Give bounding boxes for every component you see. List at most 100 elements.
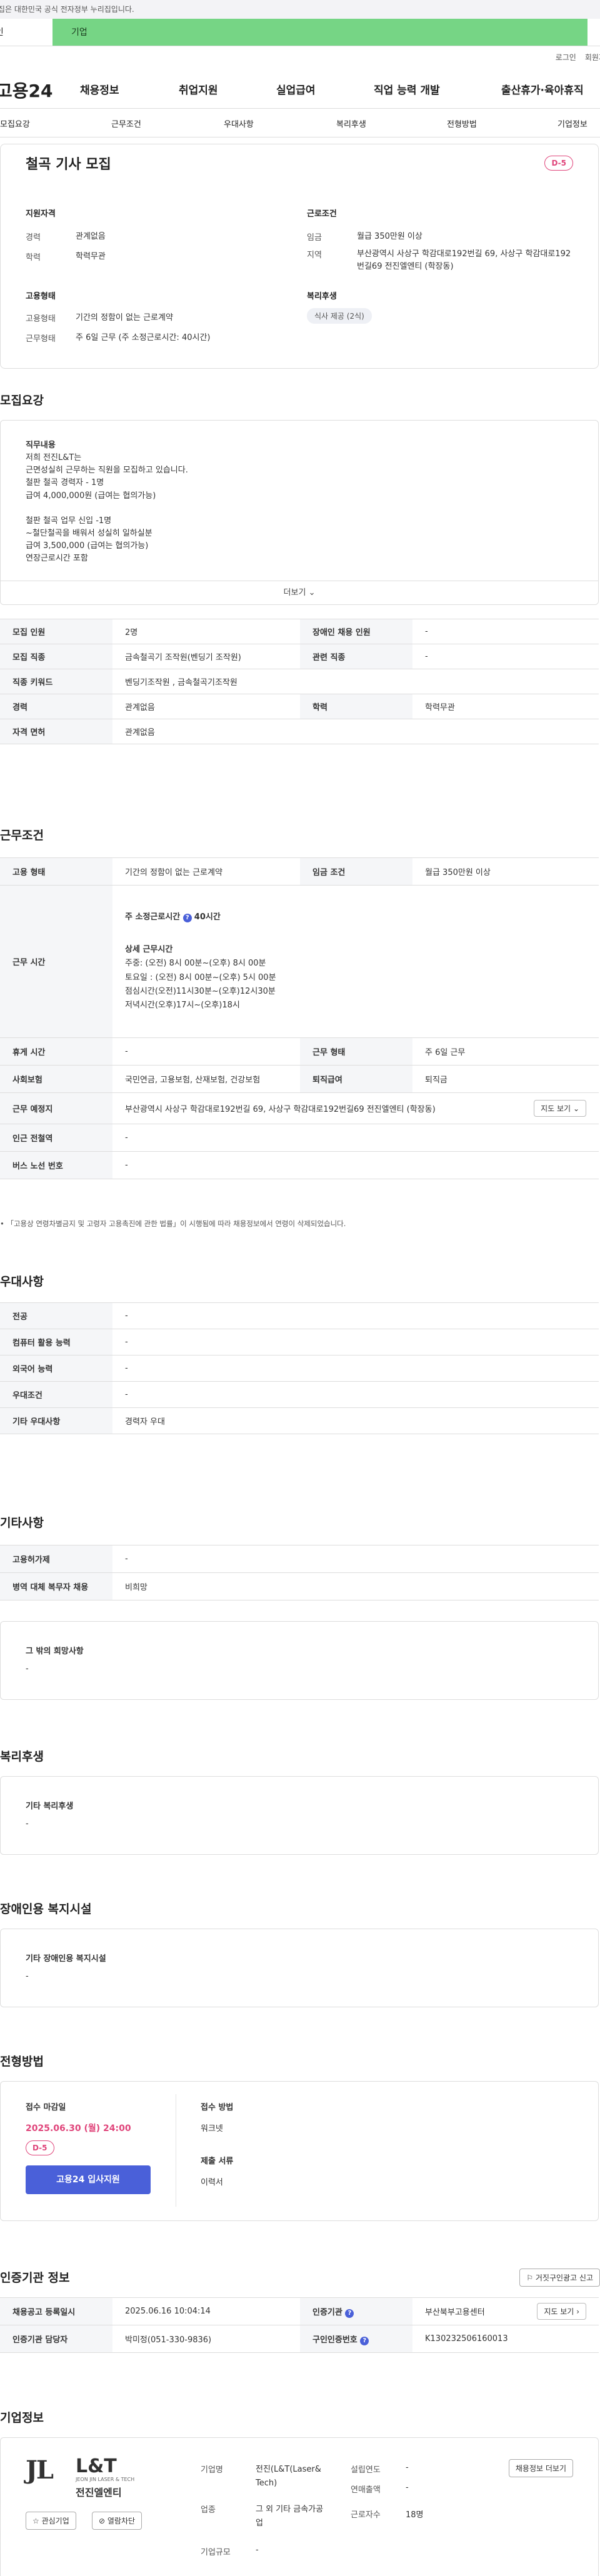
industry-value: 그 외 기타 금속가공업 — [256, 2505, 324, 2529]
section-preference-title: 우대사항 — [0, 1275, 44, 1289]
value: 비희망 — [112, 1572, 599, 1600]
docs-value: 이력서 — [201, 2178, 223, 2187]
label: 고용허가제 — [0, 1545, 112, 1573]
table-row: 모집 인원 2명 장애인 채용 인원 - — [0, 619, 599, 644]
value: 부산광역시 사상구 학감대로192번길 69, 사상구 학감대로192번길69 … — [357, 249, 571, 272]
block-button[interactable]: ⊘ 열람차단 — [92, 2512, 142, 2530]
section-company-title: 기업정보 — [0, 2411, 44, 2425]
value: - — [112, 1302, 599, 1329]
table-row: 버스 노선 번호 - — [0, 1151, 599, 1179]
company-box: JL L&T JEON JIN LASER & TECH 전진엘엔티 ☆ 관심기… — [0, 2437, 599, 2576]
weekly-hours-label: 주 소정근로시간 — [125, 912, 183, 922]
more-button[interactable]: 더보기 ⌄ — [1, 581, 598, 604]
desc-body: 저희 전진L&T는 근면성실히 근무하는 직원을 모집하고 있습니다. 철판 철… — [26, 453, 188, 564]
interest-button[interactable]: ☆ 관심기업 — [26, 2512, 76, 2530]
docs-label: 제출 서류 — [201, 2157, 234, 2166]
found-label: 설립연도 — [351, 2465, 381, 2475]
anchor-preference[interactable]: 우대사항 — [224, 117, 254, 129]
value: 2명 — [112, 619, 300, 644]
method-label: 접수 방법 — [201, 2103, 234, 2112]
apply-button-label: 고용24 입사지원 — [56, 2175, 120, 2185]
value: 박미정(051-330-9836) — [112, 2325, 300, 2353]
login-link[interactable]: 로그인 — [556, 52, 576, 62]
apply-button[interactable]: 고용24 입사지원 — [26, 2165, 151, 2194]
info-icon[interactable]: ? — [360, 2336, 369, 2345]
section-benefits-title: 복리후생 — [0, 1750, 44, 1764]
join-link[interactable]: 회원가입 — [585, 52, 600, 62]
qual-education: 학력 학력무관 — [26, 251, 106, 263]
label: 근무형태 — [26, 334, 56, 344]
other-hope-label: 그 밖의 희망사항 — [26, 1647, 84, 1656]
info-icon[interactable]: ? — [182, 914, 192, 923]
recruit-table: 모집 인원 2명 장애인 채용 인원 - 모집 직종 금속철곡기 조작원(벤딩기… — [0, 619, 599, 744]
value: - — [112, 1545, 599, 1573]
gnb-item-employment-support[interactable]: 취업지원 — [179, 81, 218, 97]
value: 기간의 정함이 없는 근로계약 — [76, 313, 173, 322]
label: 병역 대체 복무자 채용 — [0, 1572, 112, 1600]
value: 경력자 우대 — [112, 1407, 599, 1434]
label: 인근 전철역 — [0, 1124, 112, 1152]
gnb-item-unemployment-benefit[interactable]: 실업급여 — [276, 81, 316, 97]
value: - — [112, 1381, 599, 1408]
table-row: 인증기관 담당자 박미정(051-330-9836) 구인인증번호 ? K130… — [0, 2325, 599, 2353]
label: 관련 직종 — [300, 644, 412, 669]
anchor-benefits[interactable]: 복리후생 — [336, 117, 366, 129]
label: 경력 — [26, 233, 41, 242]
cert-id-label-cell: 구인인증번호 ? — [300, 2325, 412, 2353]
site-logo[interactable]: 고용24 — [0, 77, 76, 102]
desc-label: 직무내용 — [26, 441, 56, 450]
company-jobs-more-label: 채용정보 더보기 — [515, 2464, 566, 2473]
disabled-facility-box: 기타 장애인용 복지시설 - — [0, 1929, 599, 2007]
anchor-selection[interactable]: 전형방법 — [447, 117, 477, 129]
anchor-recruit[interactable]: 모집요강 — [0, 117, 30, 129]
anchor-conditions[interactable]: 근무조건 — [111, 117, 141, 129]
report-button[interactable]: ⚐ 거짓구인광고 신고 — [519, 2269, 600, 2287]
section-other-title: 기타사항 — [0, 1516, 44, 1530]
job-description: 직무내용 저희 전진L&T는 근면성실히 근무하는 직원을 모집하고 있습니다.… — [26, 439, 188, 565]
tab-personal[interactable]: 개인 — [0, 19, 52, 46]
tab-corporate[interactable]: 기업 — [52, 19, 588, 46]
chevron-right-icon: › — [576, 2307, 579, 2316]
table-row: 자격 면허 관계없음 — [0, 719, 599, 744]
logo-mark-icon: JL — [26, 2455, 54, 2485]
table-row: 고용허가제 - — [0, 1545, 599, 1573]
found-value: - — [406, 2463, 409, 2472]
label: 고용 형태 — [0, 857, 112, 886]
anchor-company[interactable]: 기업정보 — [558, 117, 588, 129]
gnb-item-jobs[interactable]: 채용정보 — [80, 81, 119, 97]
chevron-down-icon: ⌄ — [308, 588, 316, 597]
label: 인증기관 담당자 — [0, 2325, 112, 2353]
interest-label: 관심기업 — [41, 2517, 69, 2525]
label: 임금 조건 — [300, 857, 412, 886]
table-row: 우대조건 - — [0, 1381, 599, 1408]
chevron-down-icon: ⌄ — [572, 1104, 579, 1113]
value: 2025.06.16 10:04:14 — [112, 2297, 300, 2325]
table-row: 인근 전철역 - — [0, 1124, 599, 1152]
selection-box: 접수 마감일 2025.06.30 (월) 24:00 D-5 고용24 입사지… — [0, 2081, 599, 2221]
map-button[interactable]: 지도 보기 ⌄ — [534, 1100, 586, 1117]
table-row: 기타 우대사항 경력자 우대 — [0, 1407, 599, 1434]
gnb-item-parental-leave[interactable]: 출산휴가·육아휴직 — [501, 81, 600, 97]
detail-hours: 주중: (오전) 8시 00분~(오후) 8시 00분 토요일 : (오전) 8… — [125, 959, 276, 1010]
gnb-item-skill-development[interactable]: 직업 능력 개발 — [374, 81, 440, 97]
table-row: 휴게 시간 - 근무 형태 주 6일 근무 — [0, 1037, 599, 1066]
section-selection-title: 전형방법 — [0, 2055, 44, 2069]
conditions-table: 고용 형태 기간의 정함이 없는 근로계약 임금 조건 월급 350만원 이상 … — [0, 857, 599, 1179]
table-row: 직종 키워드 벤딩기조작원 , 금속철곡기조작원 — [0, 669, 599, 694]
label: 자격 면허 — [0, 719, 112, 744]
scale-value: - — [256, 2545, 259, 2555]
agency-map-button[interactable]: 지도 보기 › — [537, 2303, 586, 2320]
table-row: 근무 시간 주 소정근로시간 ? 40시간 상세 근무시간 주중: (오전) 8시… — [0, 885, 599, 1038]
company-logo: JL L&T JEON JIN LASER & TECH 전진엘엔티 — [26, 2455, 163, 2499]
company-jobs-more-button[interactable]: 채용정보 더보기 — [508, 2459, 573, 2477]
section-recruit-title: 모집요강 — [0, 394, 44, 407]
label: 컴퓨터 활용 능력 — [0, 1329, 112, 1355]
value: - — [112, 1124, 599, 1152]
value: - — [112, 1329, 599, 1355]
label: 퇴직급여 — [300, 1065, 412, 1093]
info-icon[interactable]: ? — [345, 2309, 354, 2318]
other-table: 고용허가제 - 병역 대체 복무자 채용 비희망 — [0, 1545, 599, 1600]
label: 버스 노선 번호 — [0, 1151, 112, 1179]
weekly-hours: 주 소정근로시간 ? 40시간 — [125, 911, 586, 924]
table-row: 모집 직종 금속철곡기 조작원(벤딩기 조작원) 관련 직종 - — [0, 644, 599, 669]
